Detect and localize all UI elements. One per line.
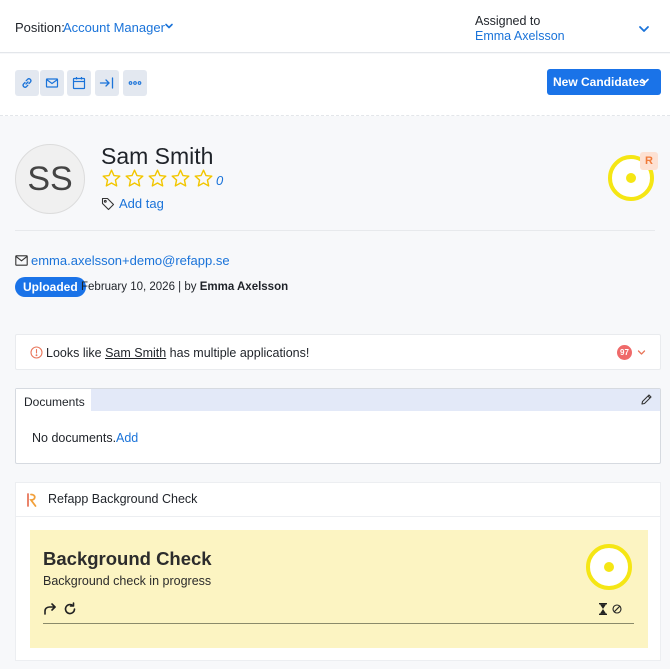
background-check-heading: Background Check bbox=[43, 548, 212, 569]
position-label: Position: bbox=[15, 20, 65, 35]
mail-icon bbox=[15, 255, 28, 266]
position-dropdown[interactable]: Account Manager bbox=[63, 20, 165, 35]
notice-suffix: has multiple applications! bbox=[166, 346, 310, 360]
assigned-to-label: Assigned to bbox=[475, 14, 541, 28]
candidate-name: Sam Smith bbox=[101, 143, 214, 169]
documents-header bbox=[16, 389, 660, 411]
hourglass-icon bbox=[599, 603, 607, 615]
move-to-icon bbox=[99, 77, 114, 89]
upload-info: February 10, 2026 | by Emma Axelsson bbox=[81, 281, 288, 293]
background-check-panel: Background Check Background check in pro… bbox=[30, 530, 648, 648]
avatar: SS bbox=[15, 144, 85, 214]
applications-count-badge: 97 bbox=[617, 345, 632, 360]
duplicate-notice-text: Looks like Sam Smith has multiple applic… bbox=[46, 346, 309, 360]
candidate-name-link[interactable]: Sam Smith bbox=[105, 346, 166, 360]
new-candidates-label: New Candidates bbox=[553, 75, 646, 89]
pencil-icon[interactable] bbox=[640, 393, 653, 406]
new-candidates-dropdown[interactable]: New Candidates bbox=[547, 69, 661, 95]
star-icon[interactable] bbox=[170, 168, 191, 189]
background-check-card-title: Refapp Background Check bbox=[48, 492, 198, 506]
mail-icon bbox=[45, 78, 59, 88]
background-check-status-ring bbox=[586, 544, 632, 590]
more-actions-button[interactable] bbox=[123, 70, 147, 96]
divider bbox=[15, 230, 655, 231]
refapp-logo-icon bbox=[23, 491, 41, 509]
more-icon bbox=[128, 81, 142, 85]
chevron-down-icon[interactable] bbox=[636, 347, 647, 358]
tag-icon bbox=[101, 197, 115, 211]
chevron-down-icon[interactable] bbox=[162, 19, 176, 33]
copy-link-button[interactable] bbox=[15, 70, 39, 96]
star-icon[interactable] bbox=[193, 168, 214, 189]
rating-value: 0 bbox=[216, 173, 224, 188]
notice-prefix: Looks like bbox=[46, 346, 106, 360]
candidate-email-link[interactable]: emma.axelsson+demo@refapp.se bbox=[31, 253, 230, 268]
forward-icon[interactable] bbox=[43, 602, 57, 616]
link-icon bbox=[22, 78, 32, 88]
send-email-button[interactable] bbox=[40, 70, 64, 96]
avatar-initials: SS bbox=[27, 159, 73, 198]
duplicate-applications-notice[interactable]: Looks like Sam Smith has multiple applic… bbox=[15, 334, 661, 370]
divider bbox=[16, 516, 660, 517]
move-candidate-button[interactable] bbox=[95, 70, 119, 96]
upload-date: February 10, 2026 bbox=[81, 281, 175, 293]
top-bar: Position: Account Manager Assigned to Em… bbox=[0, 0, 670, 53]
status-dot bbox=[626, 173, 636, 183]
star-icon[interactable] bbox=[147, 168, 168, 189]
documents-card: Documents No documents. Add bbox=[15, 388, 661, 464]
divider bbox=[43, 623, 634, 624]
status-dot bbox=[604, 562, 614, 572]
action-toolbar: New Candidates bbox=[0, 54, 670, 116]
cancel-icon[interactable] bbox=[612, 604, 622, 614]
add-document-link[interactable]: Add bbox=[116, 431, 138, 445]
uploaded-by: Emma Axelsson bbox=[199, 281, 289, 293]
schedule-button[interactable] bbox=[67, 70, 91, 96]
no-documents-text: No documents. bbox=[32, 431, 117, 445]
background-check-status: Background check in progress bbox=[43, 574, 212, 588]
alert-circle-icon bbox=[30, 346, 43, 359]
status-badge-label: Uploaded bbox=[23, 280, 78, 294]
background-check-card: Refapp Background Check Background Check… bbox=[15, 482, 661, 661]
status-badge: Uploaded bbox=[15, 277, 86, 297]
chevron-down-icon bbox=[641, 78, 649, 84]
refapp-logo-icon: R bbox=[640, 152, 658, 170]
add-tag-link[interactable]: Add tag bbox=[119, 196, 164, 211]
star-rating[interactable] bbox=[101, 168, 214, 189]
chevron-down-icon[interactable] bbox=[637, 22, 651, 36]
star-icon[interactable] bbox=[124, 168, 145, 189]
star-icon[interactable] bbox=[101, 168, 122, 189]
upload-separator: | by bbox=[174, 281, 200, 293]
assigned-to-value[interactable]: Emma Axelsson bbox=[475, 29, 565, 43]
refresh-icon[interactable] bbox=[63, 602, 77, 616]
calendar-icon bbox=[72, 77, 86, 90]
tab-documents[interactable]: Documents bbox=[16, 389, 91, 412]
